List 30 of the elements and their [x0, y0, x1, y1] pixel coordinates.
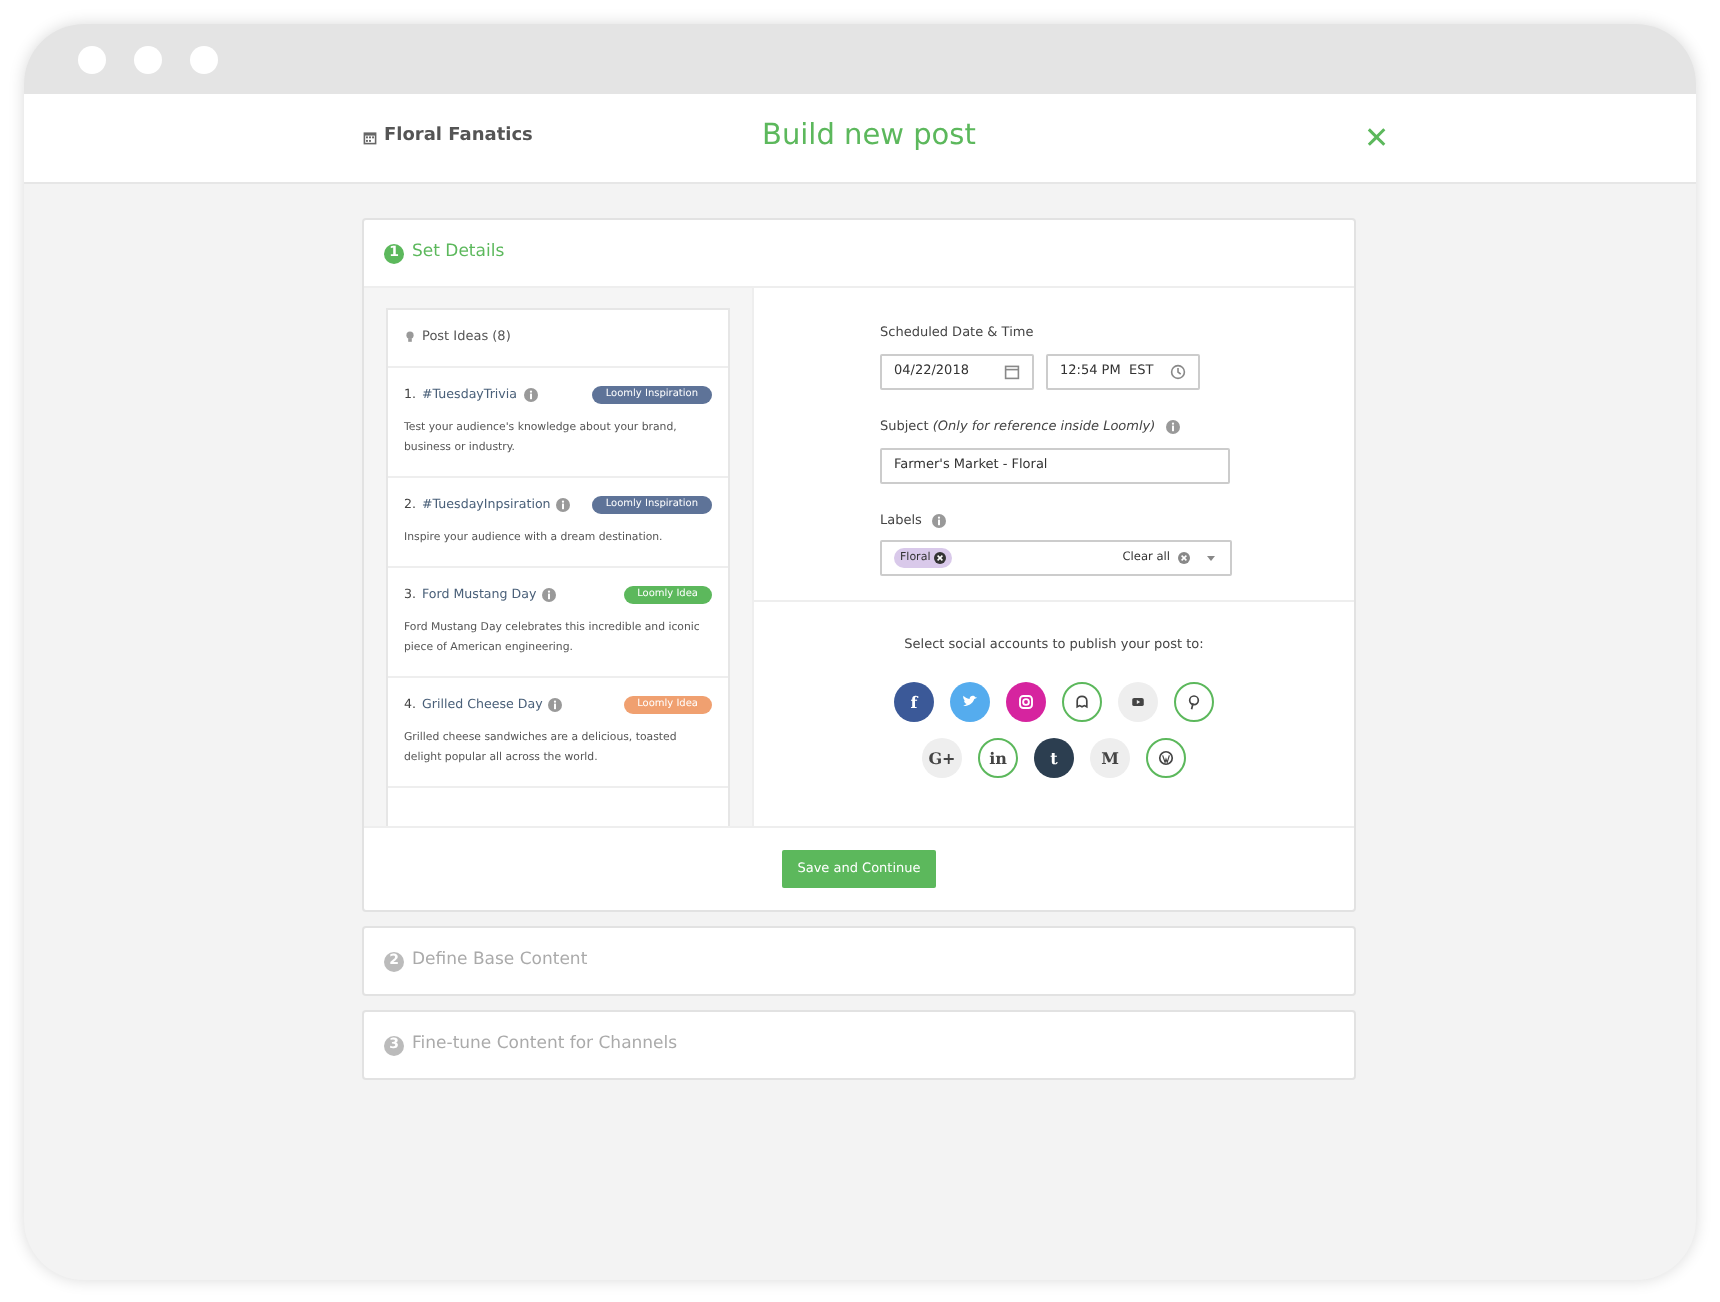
workspace-name: Floral Fanatics [384, 124, 533, 151]
social-account-button[interactable]: M [1090, 737, 1130, 778]
social-account-button[interactable] [1146, 737, 1186, 778]
social-account-button[interactable]: t [1034, 737, 1074, 778]
social-account-button[interactable] [1174, 681, 1214, 722]
info-icon [523, 388, 538, 402]
info-icon [548, 698, 563, 713]
info-icon [556, 497, 571, 512]
calendar-icon [1004, 363, 1020, 380]
info-icon [1165, 420, 1180, 435]
wordpress-icon [1154, 745, 1178, 770]
social-account-button[interactable]: in [978, 737, 1018, 778]
info-icon [931, 513, 946, 528]
clock-icon [1170, 363, 1186, 380]
window-dot[interactable] [134, 45, 162, 73]
camera-icon [1014, 689, 1038, 714]
remove-icon [1178, 552, 1190, 565]
calendar-icon [362, 130, 378, 146]
social-account-button[interactable]: f [894, 681, 934, 722]
caret-icon [1204, 553, 1218, 564]
window-dot[interactable] [190, 45, 218, 73]
social-account-button[interactable] [1006, 681, 1046, 722]
lightbulb-icon [404, 330, 416, 345]
social-account-button[interactable] [1062, 681, 1102, 722]
social-account-button[interactable] [1118, 681, 1158, 722]
page-title: Build new post [762, 118, 978, 157]
remove-icon [934, 552, 947, 565]
window-dot[interactable] [78, 45, 106, 73]
info-icon [542, 588, 557, 603]
social-account-button[interactable]: G+ [922, 737, 962, 778]
